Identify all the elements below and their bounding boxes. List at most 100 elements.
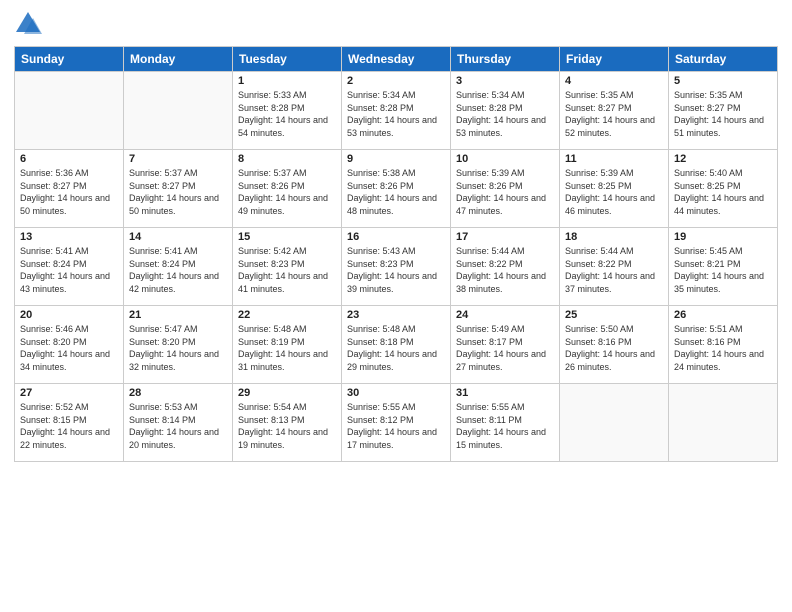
- calendar-weekday-header: Friday: [560, 47, 669, 72]
- day-number: 17: [456, 231, 554, 243]
- day-info: Sunrise: 5:35 AM Sunset: 8:27 PM Dayligh…: [565, 89, 663, 139]
- calendar-day-cell: 8 Sunrise: 5:37 AM Sunset: 8:26 PM Daylig…: [233, 150, 342, 228]
- calendar-day-cell: 20 Sunrise: 5:46 AM Sunset: 8:20 PM Dayli…: [15, 306, 124, 384]
- day-number: 27: [20, 387, 118, 399]
- calendar-day-cell: [15, 72, 124, 150]
- day-info: Sunrise: 5:49 AM Sunset: 8:17 PM Dayligh…: [456, 323, 554, 373]
- calendar-day-cell: [124, 72, 233, 150]
- day-number: 31: [456, 387, 554, 399]
- day-info: Sunrise: 5:35 AM Sunset: 8:27 PM Dayligh…: [674, 89, 772, 139]
- day-info: Sunrise: 5:44 AM Sunset: 8:22 PM Dayligh…: [565, 245, 663, 295]
- calendar-day-cell: 5 Sunrise: 5:35 AM Sunset: 8:27 PM Daylig…: [669, 72, 778, 150]
- day-number: 20: [20, 309, 118, 321]
- calendar-day-cell: 15Sunrise: 5:42 AM Sunset: 8:23 PM Dayli…: [233, 228, 342, 306]
- calendar-week-row: 1 Sunrise: 5:33 AM Sunset: 8:28 PM Daylig…: [15, 72, 778, 150]
- day-number: 29: [238, 387, 336, 399]
- day-info: Sunrise: 5:55 AM Sunset: 8:12 PM Dayligh…: [347, 401, 445, 451]
- day-number: 25: [565, 309, 663, 321]
- calendar-day-cell: 29 Sunrise: 5:54 AM Sunset: 8:13 PM Dayli…: [233, 384, 342, 462]
- calendar-day-cell: 10Sunrise: 5:39 AM Sunset: 8:26 PM Dayli…: [451, 150, 560, 228]
- calendar-weekday-header: Tuesday: [233, 47, 342, 72]
- calendar-day-cell: 21 Sunrise: 5:47 AM Sunset: 8:20 PM Dayli…: [124, 306, 233, 384]
- day-number: 19: [674, 231, 772, 243]
- day-number: 7: [129, 153, 227, 165]
- day-number: 8: [238, 153, 336, 165]
- calendar-day-cell: 3Sunrise: 5:34 AM Sunset: 8:28 PM Daylig…: [451, 72, 560, 150]
- page-container: SundayMondayTuesdayWednesdayThursdayFrid…: [0, 0, 792, 612]
- day-info: Sunrise: 5:48 AM Sunset: 8:19 PM Dayligh…: [238, 323, 336, 373]
- day-info: Sunrise: 5:41 AM Sunset: 8:24 PM Dayligh…: [129, 245, 227, 295]
- day-number: 14: [129, 231, 227, 243]
- calendar-day-cell: 17 Sunrise: 5:44 AM Sunset: 8:22 PM Dayli…: [451, 228, 560, 306]
- day-number: 1: [238, 75, 336, 87]
- day-number: 26: [674, 309, 772, 321]
- calendar-table: SundayMondayTuesdayWednesdayThursdayFrid…: [14, 46, 778, 462]
- day-number: 5: [674, 75, 772, 87]
- logo: [14, 10, 46, 38]
- calendar-day-cell: 7 Sunrise: 5:37 AM Sunset: 8:27 PM Daylig…: [124, 150, 233, 228]
- day-info: Sunrise: 5:34 AM Sunset: 8:28 PM Dayligh…: [347, 89, 445, 139]
- calendar-day-cell: 19 Sunrise: 5:45 AM Sunset: 8:21 PM Dayli…: [669, 228, 778, 306]
- day-info: Sunrise: 5:40 AM Sunset: 8:25 PM Dayligh…: [674, 167, 772, 217]
- calendar-weekday-header: Saturday: [669, 47, 778, 72]
- day-number: 30: [347, 387, 445, 399]
- day-number: 22: [238, 309, 336, 321]
- calendar-day-cell: 25Sunrise: 5:50 AM Sunset: 8:16 PM Dayli…: [560, 306, 669, 384]
- day-info: Sunrise: 5:37 AM Sunset: 8:26 PM Dayligh…: [238, 167, 336, 217]
- calendar-day-cell: 31 Sunrise: 5:55 AM Sunset: 8:11 PM Dayli…: [451, 384, 560, 462]
- calendar-day-cell: 9 Sunrise: 5:38 AM Sunset: 8:26 PM Daylig…: [342, 150, 451, 228]
- calendar-day-cell: 28 Sunrise: 5:53 AM Sunset: 8:14 PM Dayli…: [124, 384, 233, 462]
- day-info: Sunrise: 5:46 AM Sunset: 8:20 PM Dayligh…: [20, 323, 118, 373]
- day-info: Sunrise: 5:53 AM Sunset: 8:14 PM Dayligh…: [129, 401, 227, 451]
- calendar-day-cell: 1 Sunrise: 5:33 AM Sunset: 8:28 PM Daylig…: [233, 72, 342, 150]
- calendar-week-row: 27Sunrise: 5:52 AM Sunset: 8:15 PM Dayli…: [15, 384, 778, 462]
- day-number: 9: [347, 153, 445, 165]
- day-number: 21: [129, 309, 227, 321]
- calendar-weekday-header: Sunday: [15, 47, 124, 72]
- day-info: Sunrise: 5:55 AM Sunset: 8:11 PM Dayligh…: [456, 401, 554, 451]
- calendar-week-row: 20 Sunrise: 5:46 AM Sunset: 8:20 PM Dayli…: [15, 306, 778, 384]
- day-info: Sunrise: 5:43 AM Sunset: 8:23 PM Dayligh…: [347, 245, 445, 295]
- day-number: 10: [456, 153, 554, 165]
- day-info: Sunrise: 5:42 AM Sunset: 8:23 PM Dayligh…: [238, 245, 336, 295]
- day-info: Sunrise: 5:54 AM Sunset: 8:13 PM Dayligh…: [238, 401, 336, 451]
- day-number: 11: [565, 153, 663, 165]
- calendar-day-cell: 22 Sunrise: 5:48 AM Sunset: 8:19 PM Dayli…: [233, 306, 342, 384]
- calendar-day-cell: 4 Sunrise: 5:35 AM Sunset: 8:27 PM Daylig…: [560, 72, 669, 150]
- calendar-weekday-header: Monday: [124, 47, 233, 72]
- calendar-day-cell: 23 Sunrise: 5:48 AM Sunset: 8:18 PM Dayli…: [342, 306, 451, 384]
- day-number: 12: [674, 153, 772, 165]
- calendar-day-cell: 11 Sunrise: 5:39 AM Sunset: 8:25 PM Dayli…: [560, 150, 669, 228]
- calendar-day-cell: 13Sunrise: 5:41 AM Sunset: 8:24 PM Dayli…: [15, 228, 124, 306]
- header: [14, 10, 778, 38]
- day-number: 24: [456, 309, 554, 321]
- day-info: Sunrise: 5:37 AM Sunset: 8:27 PM Dayligh…: [129, 167, 227, 217]
- day-info: Sunrise: 5:39 AM Sunset: 8:25 PM Dayligh…: [565, 167, 663, 217]
- calendar-day-cell: 30 Sunrise: 5:55 AM Sunset: 8:12 PM Dayli…: [342, 384, 451, 462]
- calendar-day-cell: 14 Sunrise: 5:41 AM Sunset: 8:24 PM Dayli…: [124, 228, 233, 306]
- day-info: Sunrise: 5:48 AM Sunset: 8:18 PM Dayligh…: [347, 323, 445, 373]
- calendar-day-cell: 12 Sunrise: 5:40 AM Sunset: 8:25 PM Dayli…: [669, 150, 778, 228]
- day-info: Sunrise: 5:47 AM Sunset: 8:20 PM Dayligh…: [129, 323, 227, 373]
- day-number: 23: [347, 309, 445, 321]
- day-info: Sunrise: 5:44 AM Sunset: 8:22 PM Dayligh…: [456, 245, 554, 295]
- calendar-day-cell: 16 Sunrise: 5:43 AM Sunset: 8:23 PM Dayli…: [342, 228, 451, 306]
- calendar-day-cell: [560, 384, 669, 462]
- calendar-day-cell: [669, 384, 778, 462]
- calendar-day-cell: 24 Sunrise: 5:49 AM Sunset: 8:17 PM Dayli…: [451, 306, 560, 384]
- calendar-day-cell: 2Sunrise: 5:34 AM Sunset: 8:28 PM Daylig…: [342, 72, 451, 150]
- day-info: Sunrise: 5:33 AM Sunset: 8:28 PM Dayligh…: [238, 89, 336, 139]
- day-number: 13: [20, 231, 118, 243]
- logo-icon: [14, 10, 42, 38]
- day-number: 6: [20, 153, 118, 165]
- day-number: 16: [347, 231, 445, 243]
- day-number: 28: [129, 387, 227, 399]
- day-info: Sunrise: 5:45 AM Sunset: 8:21 PM Dayligh…: [674, 245, 772, 295]
- day-info: Sunrise: 5:51 AM Sunset: 8:16 PM Dayligh…: [674, 323, 772, 373]
- day-number: 18: [565, 231, 663, 243]
- calendar-weekday-header: Wednesday: [342, 47, 451, 72]
- day-info: Sunrise: 5:38 AM Sunset: 8:26 PM Dayligh…: [347, 167, 445, 217]
- day-info: Sunrise: 5:34 AM Sunset: 8:28 PM Dayligh…: [456, 89, 554, 139]
- calendar-week-row: 13 Sunrise: 5:41 AM Sunset: 8:24 PM Dayli…: [15, 228, 778, 306]
- day-number: 4: [565, 75, 663, 87]
